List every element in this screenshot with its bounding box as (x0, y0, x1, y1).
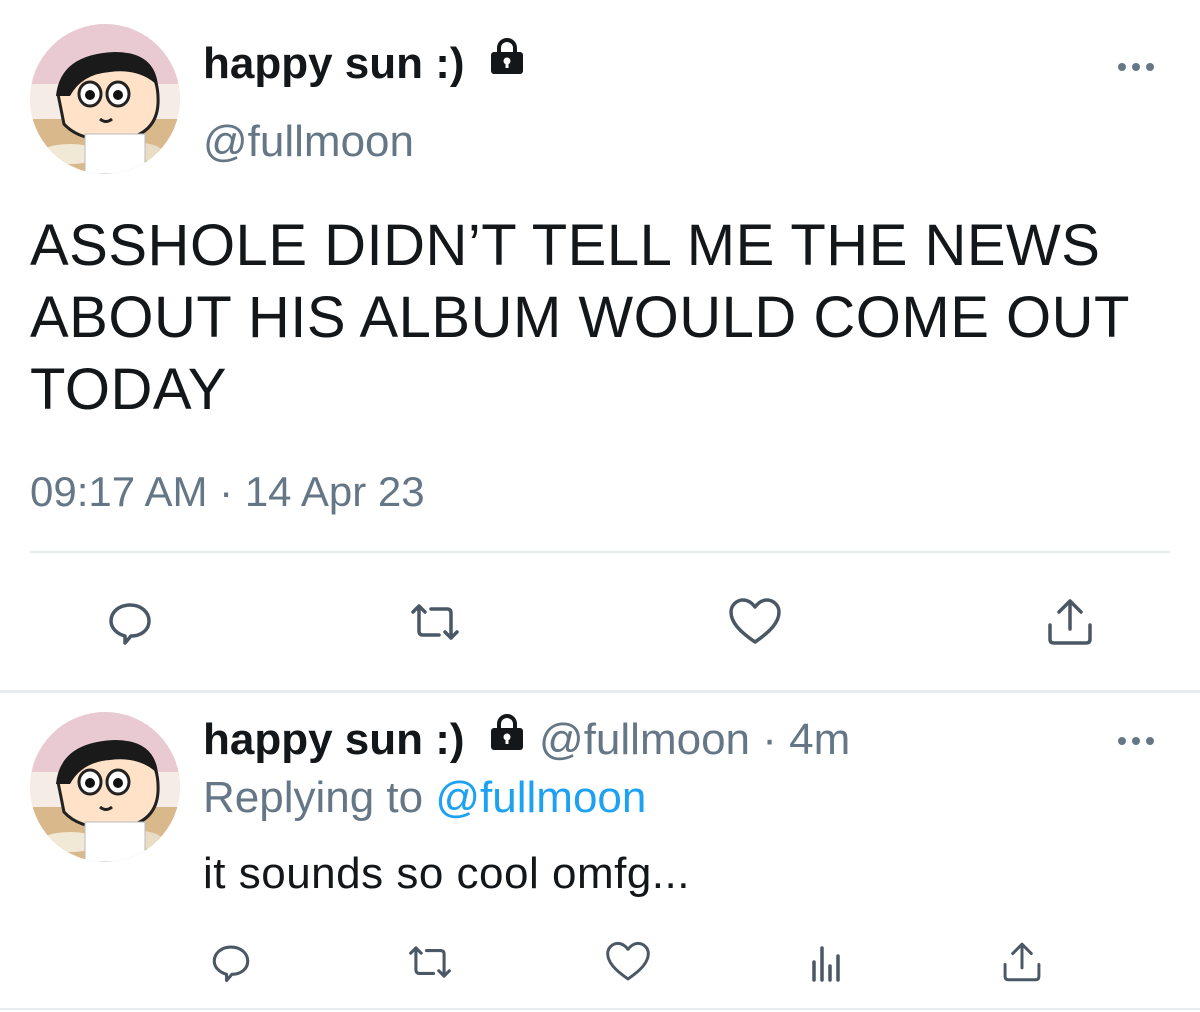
handle[interactable]: @fullmoon (203, 114, 414, 170)
reply-header: happy sun :) @fullmoon · 4m (203, 712, 850, 770)
replying-to: Replying to @fullmoon (203, 770, 646, 826)
display-name[interactable]: happy sun :) (203, 715, 465, 764)
retweet-icon (409, 946, 451, 978)
reply-text: it sounds so cool omfg... (203, 849, 690, 898)
tweet-text: ASSHOLE DIDN’T TELL ME THE NEWS ABOUT HI… (30, 213, 1129, 422)
avatar[interactable] (30, 24, 180, 174)
display-name[interactable]: happy sun :) (203, 36, 527, 94)
analytics-icon (812, 946, 840, 982)
share-icon (1003, 942, 1041, 982)
divider (0, 1008, 1200, 1010)
reply-button[interactable] (205, 936, 257, 988)
more-icon[interactable] (1116, 734, 1156, 753)
tweet-date: 14 Apr 23 (244, 468, 425, 515)
display-name-text: happy sun :) (203, 39, 465, 88)
share-button[interactable] (996, 936, 1048, 988)
like-button[interactable] (602, 936, 654, 988)
retweet-button[interactable] (400, 936, 460, 988)
more-icon[interactable] (1116, 60, 1156, 79)
tweet-age[interactable]: 4m (789, 715, 850, 764)
meta-separator: · (762, 715, 777, 764)
like-icon (606, 941, 650, 981)
main-tweet: happy sun :) @fullmoon ASSHOLE DIDN’T TE… (0, 0, 1200, 690)
avatar[interactable] (30, 712, 180, 862)
lock-icon (487, 34, 527, 90)
analytics-button[interactable] (800, 936, 852, 988)
divider (0, 690, 1200, 693)
reply-button[interactable] (100, 592, 160, 652)
like-button[interactable] (725, 592, 785, 652)
retweet-button[interactable] (400, 592, 470, 652)
retweet-icon (411, 604, 459, 640)
tweet-time: 09:17 AM (30, 468, 208, 515)
replying-prefix: Replying to (203, 773, 424, 822)
lock-icon (487, 710, 527, 766)
timestamp[interactable]: 09:17 AM · 14 Apr 23 (30, 464, 425, 520)
like-icon (729, 598, 781, 644)
handle[interactable]: @fullmoon (539, 715, 750, 764)
share-button[interactable] (1040, 592, 1100, 652)
timestamp-separator: · (219, 468, 234, 515)
mention-link[interactable]: @fullmoon (435, 773, 646, 822)
reply-icon (109, 603, 151, 645)
share-icon (1048, 599, 1092, 645)
reply-icon (212, 945, 250, 983)
divider (30, 551, 1170, 553)
